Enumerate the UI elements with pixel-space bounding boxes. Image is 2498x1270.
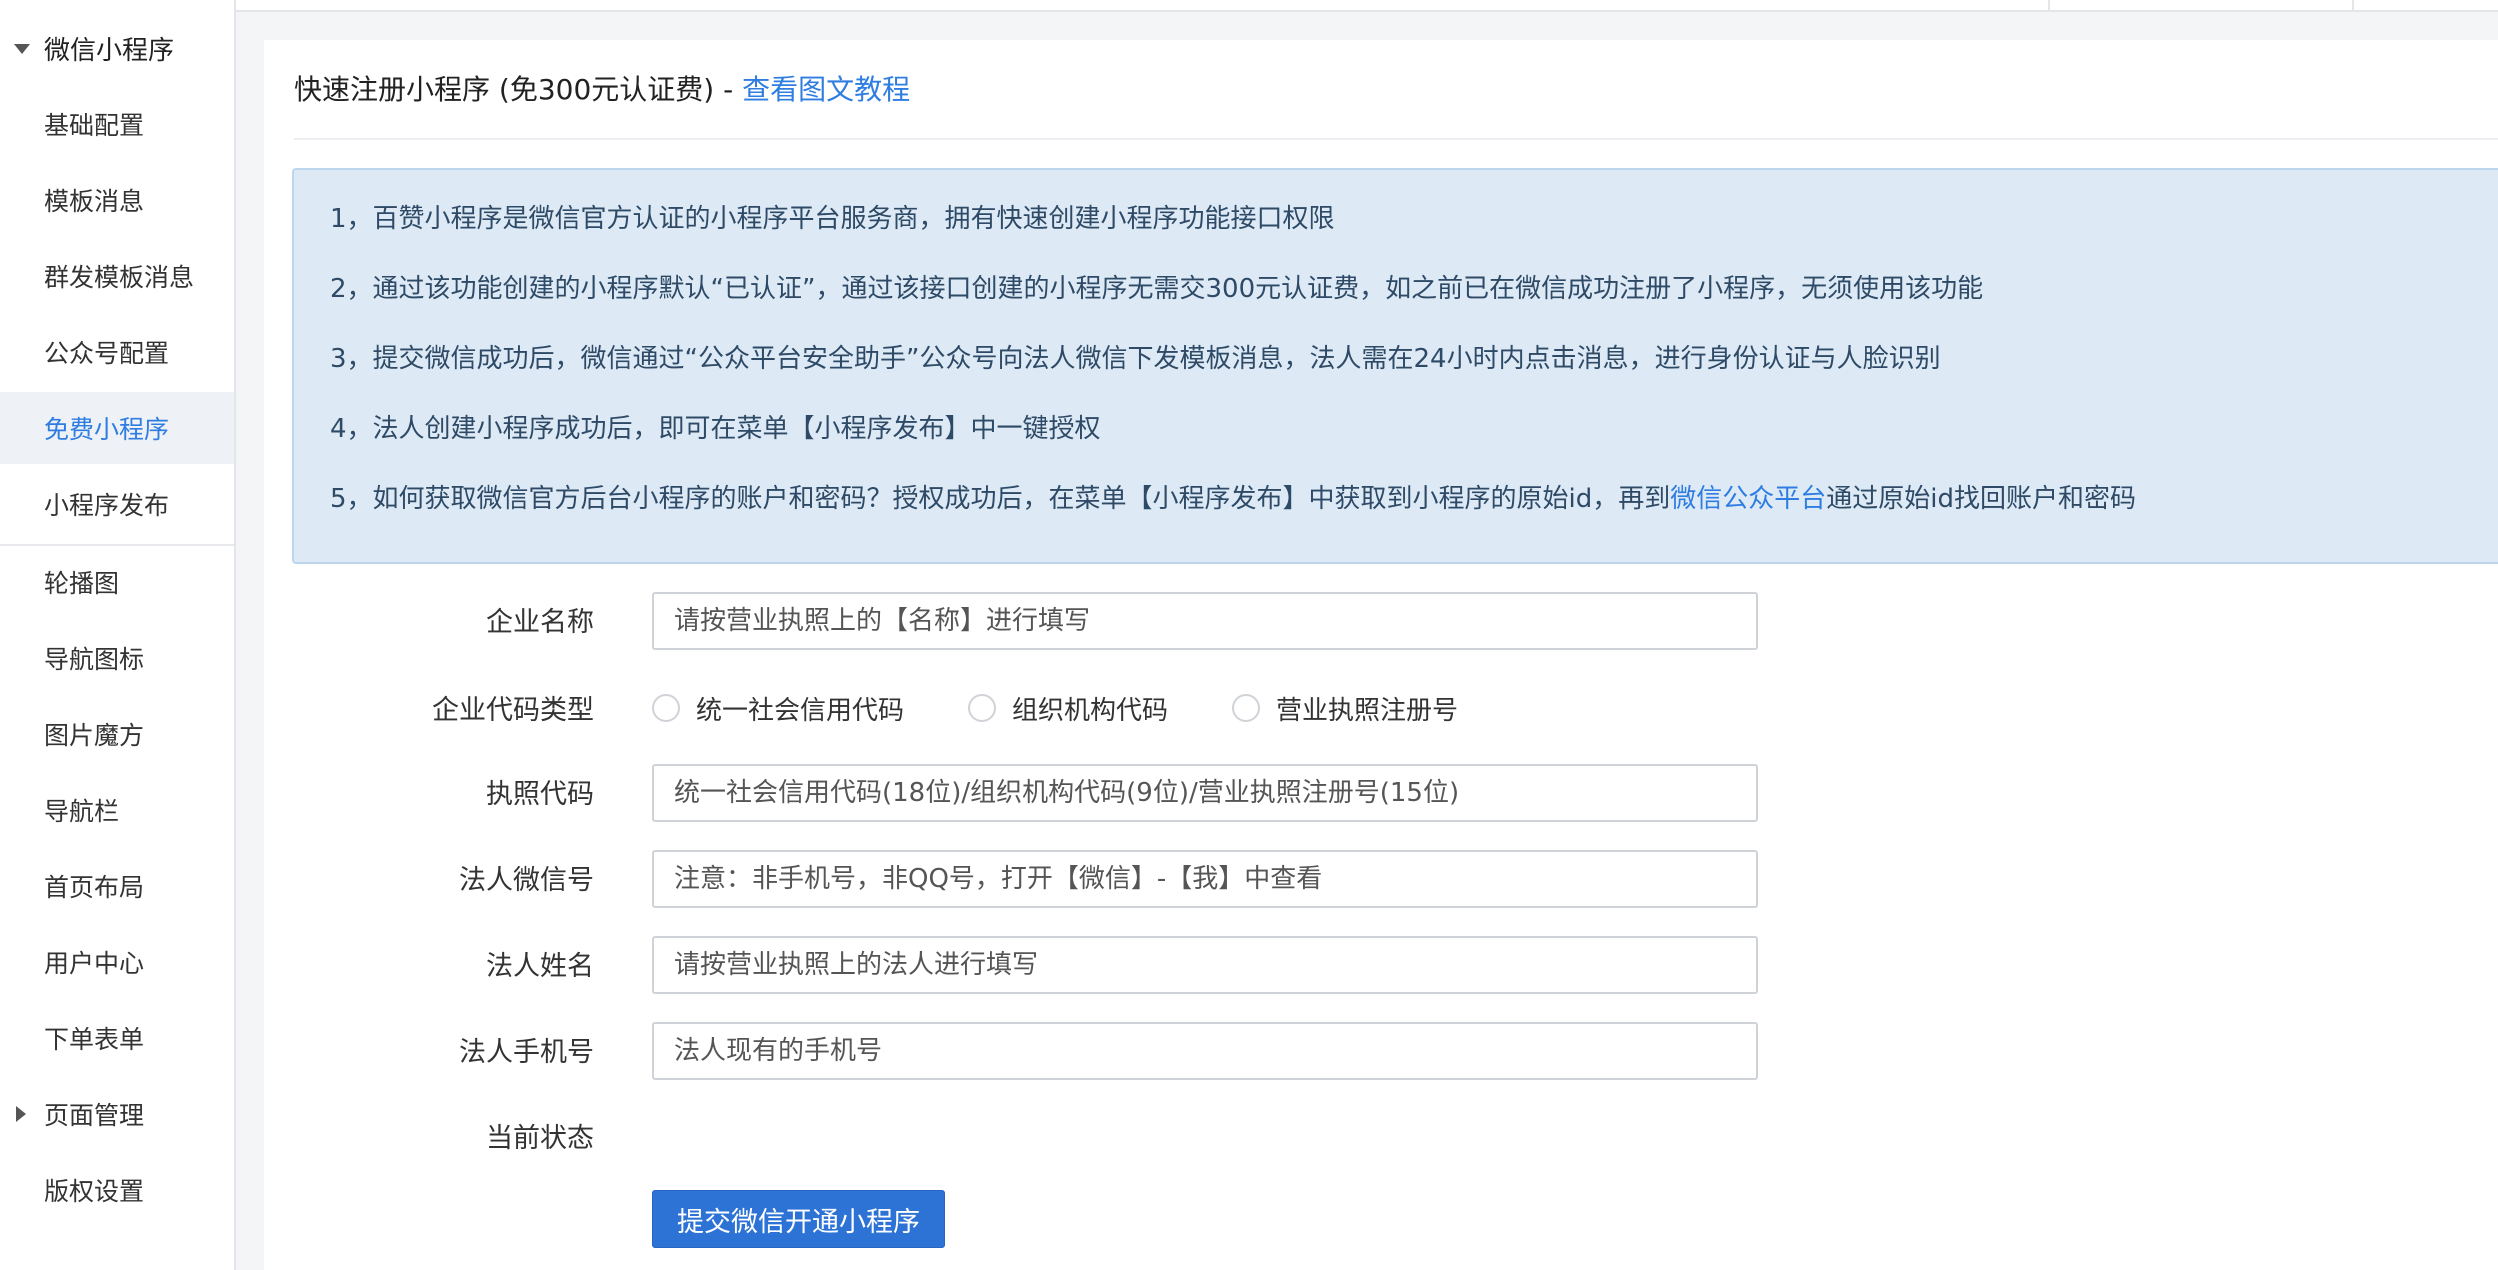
- sidebar-item-label: 版权设置: [44, 1177, 145, 1206]
- license-code-input[interactable]: [652, 764, 1758, 822]
- notice-line-5-tail: 通过原始id找回账户和密码: [1826, 484, 2137, 514]
- page-title-text: 快速注册小程序 (免300元认证费) -: [294, 73, 743, 106]
- radio-circle-icon: [968, 694, 997, 722]
- top-bar-divider: [2352, 0, 2354, 12]
- sidebar-item-nav-icons[interactable]: 导航图标: [0, 622, 234, 694]
- caret-right-icon: [16, 1106, 26, 1122]
- sidebar-item-carousel[interactable]: 轮播图: [0, 546, 234, 618]
- sidebar-item-template-message[interactable]: 模板消息: [0, 164, 234, 236]
- radio-label: 组织机构代码: [1012, 695, 1169, 726]
- sidebar-item-basic-config[interactable]: 基础配置: [0, 88, 234, 160]
- radio-circle-icon: [652, 694, 680, 722]
- page-title: 快速注册小程序 (免300元认证费) - 查看图文教程: [294, 68, 910, 108]
- code-type-label: 企业代码类型: [432, 695, 594, 726]
- sidebar: 微信小程序 基础配置 模板消息 群发模板消息 公众号配置 免费小程序 小程序发布…: [0, 0, 236, 1270]
- radio-business-license-number[interactable]: 营业执照注册号: [1232, 690, 1458, 727]
- sidebar-item-label: 基础配置: [44, 111, 145, 140]
- sidebar-group-label: 微信小程序: [44, 35, 175, 66]
- legal-wechat-input[interactable]: [652, 850, 1758, 908]
- legal-phone-label: 法人手机号: [459, 1037, 594, 1068]
- notice-line-5-text: 5，如何获取微信官方后台小程序的账户和密码？授权成功后，在菜单【小程序发布】中获…: [330, 484, 1671, 514]
- notice-box: 1，百赞小程序是微信官方认证的小程序平台服务商，拥有快速创建小程序功能接口权限 …: [292, 168, 2498, 564]
- title-divider: [294, 138, 2498, 140]
- sidebar-item-label: 页面管理: [44, 1101, 145, 1130]
- sidebar-item-official-account-config[interactable]: 公众号配置: [0, 316, 234, 388]
- sidebar-item-miniprogram-publish[interactable]: 小程序发布: [0, 468, 234, 540]
- sidebar-item-home-layout[interactable]: 首页布局: [0, 850, 234, 922]
- current-status-label: 当前状态: [486, 1123, 594, 1154]
- company-name-label: 企业名称: [486, 607, 594, 638]
- sidebar-item-label: 模板消息: [44, 187, 145, 216]
- legal-name-label: 法人姓名: [486, 951, 594, 982]
- code-type-radio-group: 统一社会信用代码 组织机构代码 营业执照注册号: [652, 688, 1522, 728]
- sidebar-item-label: 群发模板消息: [44, 263, 195, 292]
- wechat-platform-link[interactable]: 微信公众平台: [1670, 484, 1826, 514]
- sidebar-item-copyright-settings[interactable]: 版权设置: [0, 1154, 234, 1226]
- sidebar-item-label: 免费小程序: [44, 415, 170, 444]
- legal-wechat-label: 法人微信号: [459, 865, 594, 896]
- notice-line-4: 4，法人创建小程序成功后，即可在菜单【小程序发布】中一键授权: [330, 414, 1101, 444]
- legal-phone-input[interactable]: [652, 1022, 1758, 1080]
- sidebar-item-user-center[interactable]: 用户中心: [0, 926, 234, 998]
- tutorial-link[interactable]: 查看图文教程: [742, 73, 910, 106]
- sidebar-group-wechat-miniprogram[interactable]: 微信小程序: [0, 12, 234, 84]
- sidebar-item-free-miniprogram[interactable]: 免费小程序: [0, 392, 234, 464]
- sidebar-item-image-cube[interactable]: 图片魔方: [0, 698, 234, 770]
- sidebar-item-label: 导航图标: [44, 645, 145, 674]
- main-panel: 快速注册小程序 (免300元认证费) - 查看图文教程 1，百赞小程序是微信官方…: [264, 40, 2498, 1270]
- caret-down-icon: [14, 44, 30, 54]
- sidebar-item-label: 图片魔方: [44, 721, 145, 750]
- sidebar-item-mass-template-message[interactable]: 群发模板消息: [0, 240, 234, 312]
- top-bar-divider: [2048, 0, 2050, 12]
- sidebar-item-label: 公众号配置: [44, 339, 170, 368]
- radio-organization-code[interactable]: 组织机构代码: [968, 690, 1168, 727]
- sidebar-item-page-management[interactable]: 页面管理: [0, 1078, 234, 1150]
- sidebar-item-label: 下单表单: [44, 1025, 145, 1054]
- sidebar-item-label: 用户中心: [44, 949, 145, 978]
- legal-name-input[interactable]: [652, 936, 1758, 994]
- submit-wechat-miniprogram-button[interactable]: 提交微信开通小程序: [652, 1190, 945, 1248]
- notice-line-3: 3，提交微信成功后，微信通过“公众平台安全助手”公众号向法人微信下发模板消息，法…: [330, 344, 1941, 374]
- radio-label: 营业执照注册号: [1276, 695, 1459, 726]
- app-root: 微信小程序 基础配置 模板消息 群发模板消息 公众号配置 免费小程序 小程序发布…: [0, 0, 2498, 1270]
- top-bar: [236, 0, 2498, 12]
- sidebar-item-order-form[interactable]: 下单表单: [0, 1002, 234, 1074]
- notice-line-5: 5，如何获取微信官方后台小程序的账户和密码？授权成功后，在菜单【小程序发布】中获…: [330, 478, 2136, 515]
- radio-label: 统一社会信用代码: [696, 695, 905, 726]
- sidebar-item-label: 导航栏: [44, 797, 120, 826]
- company-name-input[interactable]: [652, 592, 1758, 650]
- radio-unified-social-credit-code[interactable]: 统一社会信用代码: [652, 690, 904, 727]
- sidebar-item-label: 首页布局: [44, 873, 145, 902]
- notice-line-1: 1，百赞小程序是微信官方认证的小程序平台服务商，拥有快速创建小程序功能接口权限: [330, 204, 1335, 234]
- notice-line-2: 2，通过该功能创建的小程序默认“已认证”，通过该接口创建的小程序无需交300元认…: [330, 274, 1984, 304]
- sidebar-item-label: 小程序发布: [44, 491, 170, 520]
- sidebar-item-label: 轮播图: [44, 569, 120, 598]
- sidebar-item-navbar[interactable]: 导航栏: [0, 774, 234, 846]
- license-code-label: 执照代码: [486, 779, 594, 810]
- radio-circle-icon: [1232, 694, 1261, 722]
